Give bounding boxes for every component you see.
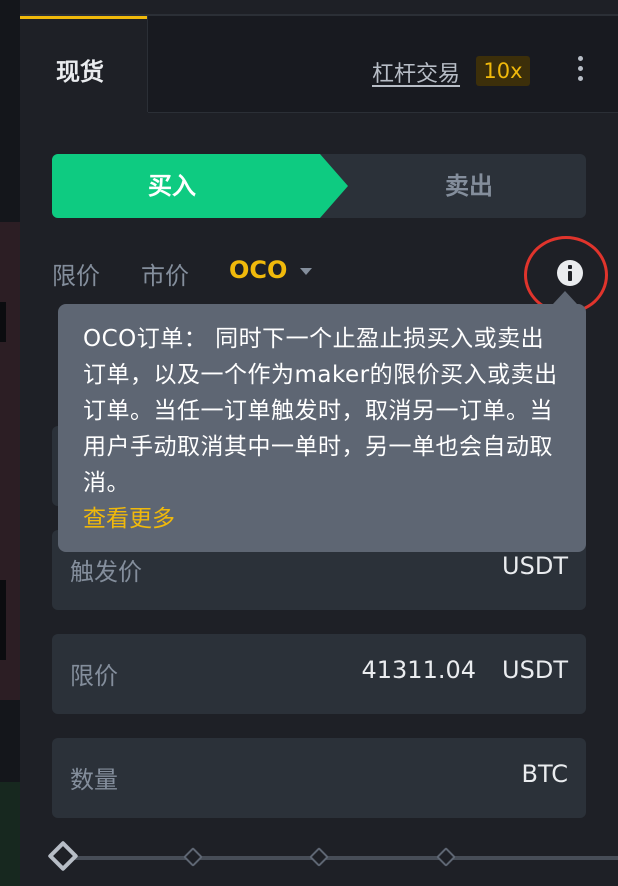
limit-price-unit: USDT: [502, 656, 568, 684]
limit-price-field[interactable]: 限价 41311.04 USDT: [52, 634, 586, 714]
order-type-limit[interactable]: 限价: [52, 256, 100, 291]
amount-label: 数量: [70, 766, 118, 794]
amount-field[interactable]: 数量 BTC: [52, 738, 586, 818]
trigger-price-label: 触发价: [70, 558, 142, 586]
buy-button-label[interactable]: 买入: [52, 154, 292, 218]
order-type-oco[interactable]: OCO: [229, 256, 287, 284]
amount-unit: BTC: [521, 760, 568, 788]
tab-active-indicator: [20, 16, 147, 19]
learn-more-link[interactable]: 查看更多: [83, 501, 562, 537]
trigger-price-unit: USDT: [502, 552, 568, 580]
sell-button[interactable]: 卖出: [352, 154, 586, 218]
tab-spot[interactable]: 现货: [20, 16, 148, 112]
chart-edge-mark: [0, 302, 6, 342]
chart-edge-strip: [0, 0, 20, 886]
caret-down-icon[interactable]: [300, 268, 312, 275]
leverage-badge: 10x: [476, 56, 530, 86]
order-type-market[interactable]: 市价: [141, 256, 189, 291]
chart-edge-mark: [0, 580, 6, 660]
limit-price-label: 限价: [70, 662, 118, 690]
chart-edge-green: [0, 782, 20, 886]
tab-spot-label: 现货: [56, 58, 104, 86]
more-vertical-icon[interactable]: [570, 54, 590, 84]
tab-margin[interactable]: 杠杆交易: [372, 56, 460, 88]
buy-sell-toggle: 买入 卖出: [52, 154, 586, 218]
oco-tooltip: OCO订单： 同时下一个止盈止损买入或卖出订单，以及一个作为maker的限价买入…: [58, 304, 586, 552]
tooltip-text: OCO订单： 同时下一个止盈止损买入或卖出订单，以及一个作为maker的限价买入…: [83, 326, 558, 496]
amount-slider-track[interactable]: [66, 856, 618, 860]
tooltip-arrow: [553, 291, 577, 304]
limit-price-value[interactable]: 41311.04: [361, 656, 476, 684]
